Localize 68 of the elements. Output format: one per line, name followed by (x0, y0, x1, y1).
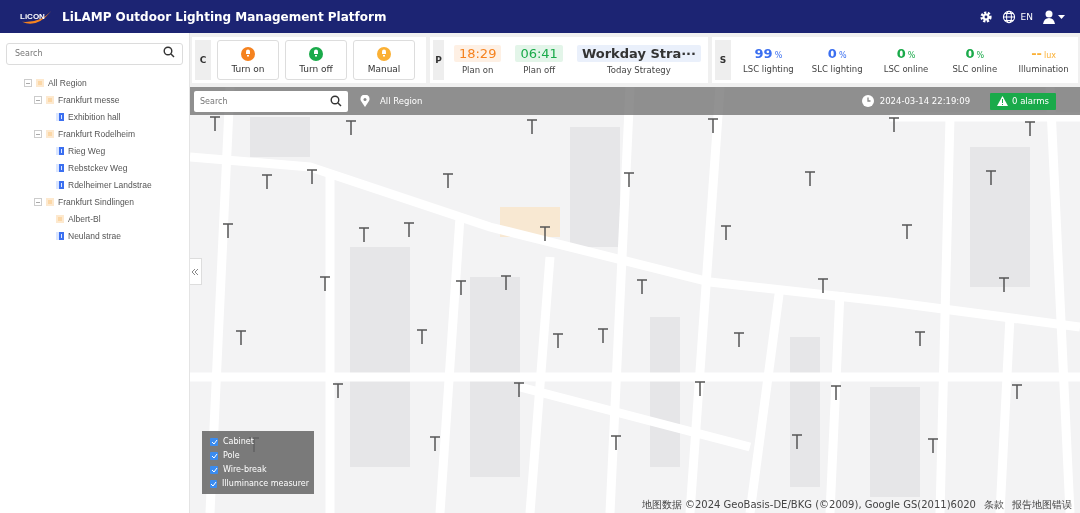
stat-unit: % (774, 51, 783, 60)
layer-label: Wire-break (223, 465, 267, 474)
tree-item[interactable]: All Region (48, 78, 87, 88)
search-field[interactable]: Search (6, 42, 183, 65)
strategy-value: Workday Stra··· (576, 45, 701, 62)
stat-value: 99 (754, 46, 773, 61)
tree-item[interactable]: Rieg Weg (68, 146, 106, 156)
layer-label: Illuminance measurer (222, 479, 309, 488)
user-menu-icon[interactable] (1042, 9, 1066, 24)
collapse-toggle[interactable] (24, 79, 32, 87)
layer-label: Pole (223, 451, 240, 460)
section-tag: C (195, 40, 211, 80)
tree-item[interactable]: Frankfurt Rodelheim (58, 129, 135, 139)
collapse-toggle[interactable] (34, 96, 42, 104)
stat-label: SLC lighting (811, 64, 863, 74)
stat-unit: lux (1043, 51, 1056, 60)
layer-checkbox[interactable] (210, 465, 218, 474)
double-chevron-icon (190, 267, 199, 276)
map-search-field[interactable]: Search (194, 90, 348, 112)
control-button[interactable]: Turn off (285, 40, 347, 80)
stat-unit: % (838, 51, 847, 60)
plan-time: 18:29 (453, 45, 502, 62)
stat-value: 0 (827, 46, 837, 61)
logo: LiCON (20, 4, 54, 29)
search-icon[interactable] (330, 94, 342, 107)
section-tag: P (433, 40, 444, 80)
stat-unit: % (976, 51, 985, 60)
collapse-sidebar-button[interactable] (190, 258, 202, 285)
stat-value: -- (1031, 46, 1042, 61)
clock-icon (861, 95, 874, 107)
stat-label: LSC online (883, 64, 929, 74)
stat-value: 0 (896, 46, 906, 61)
search-icon[interactable] (163, 46, 175, 58)
date-time: 2024-03-14 22:19:09 (879, 96, 971, 106)
plan-label: Plan off (523, 65, 556, 75)
map-link[interactable]: 报告地图错误 (1012, 498, 1072, 512)
map-link[interactable]: 条款 (984, 498, 1004, 512)
warning-icon (997, 96, 1009, 106)
layer-label: Cabinet (223, 437, 254, 446)
tree-item[interactable]: Rdelheimer Landstrae (68, 180, 152, 190)
tree-item[interactable]: Neuland strae (68, 231, 121, 241)
stat-value: 0 (965, 46, 975, 61)
layer-checkbox[interactable] (210, 451, 218, 460)
tree-item[interactable]: Rebstckev Weg (68, 163, 128, 173)
stat-label: SLC online (952, 64, 998, 74)
stat-label: LSC lighting (743, 64, 794, 74)
control-button[interactable]: Turn on (217, 40, 279, 80)
collapse-toggle[interactable] (34, 130, 42, 138)
globe-icon[interactable] (1001, 9, 1016, 24)
location-pin-icon (360, 95, 370, 107)
tree-item[interactable]: Frankfurt Sindlingen (58, 197, 135, 207)
tree-item[interactable]: Exhibition hall (68, 112, 121, 122)
tree-item[interactable]: Frankfurt messe (58, 95, 120, 105)
plan-time: 06:41 (515, 45, 563, 62)
collapse-toggle[interactable] (34, 198, 42, 206)
language-selector[interactable]: EN (1020, 11, 1033, 22)
app-title: LiLAMP Outdoor Lighting Management Platform (62, 9, 387, 24)
strategy-label: Today Strategy (607, 65, 671, 75)
tree-item[interactable]: Albert-Bl (68, 214, 101, 224)
map-attribution: 地图数据 ©2024 GeoBasis-DE/BKG (©2009), Google GS(2011)6020 (641, 498, 976, 512)
settings-icon[interactable] (978, 9, 993, 24)
stat-unit: % (907, 51, 916, 60)
layer-checkbox[interactable] (210, 479, 217, 488)
layer-checkbox[interactable] (210, 437, 218, 446)
control-button[interactable]: Manual (353, 40, 415, 80)
section-tag: S (715, 40, 731, 80)
stat-label: Illumination (1018, 64, 1069, 74)
plan-label: Plan on (462, 65, 494, 75)
